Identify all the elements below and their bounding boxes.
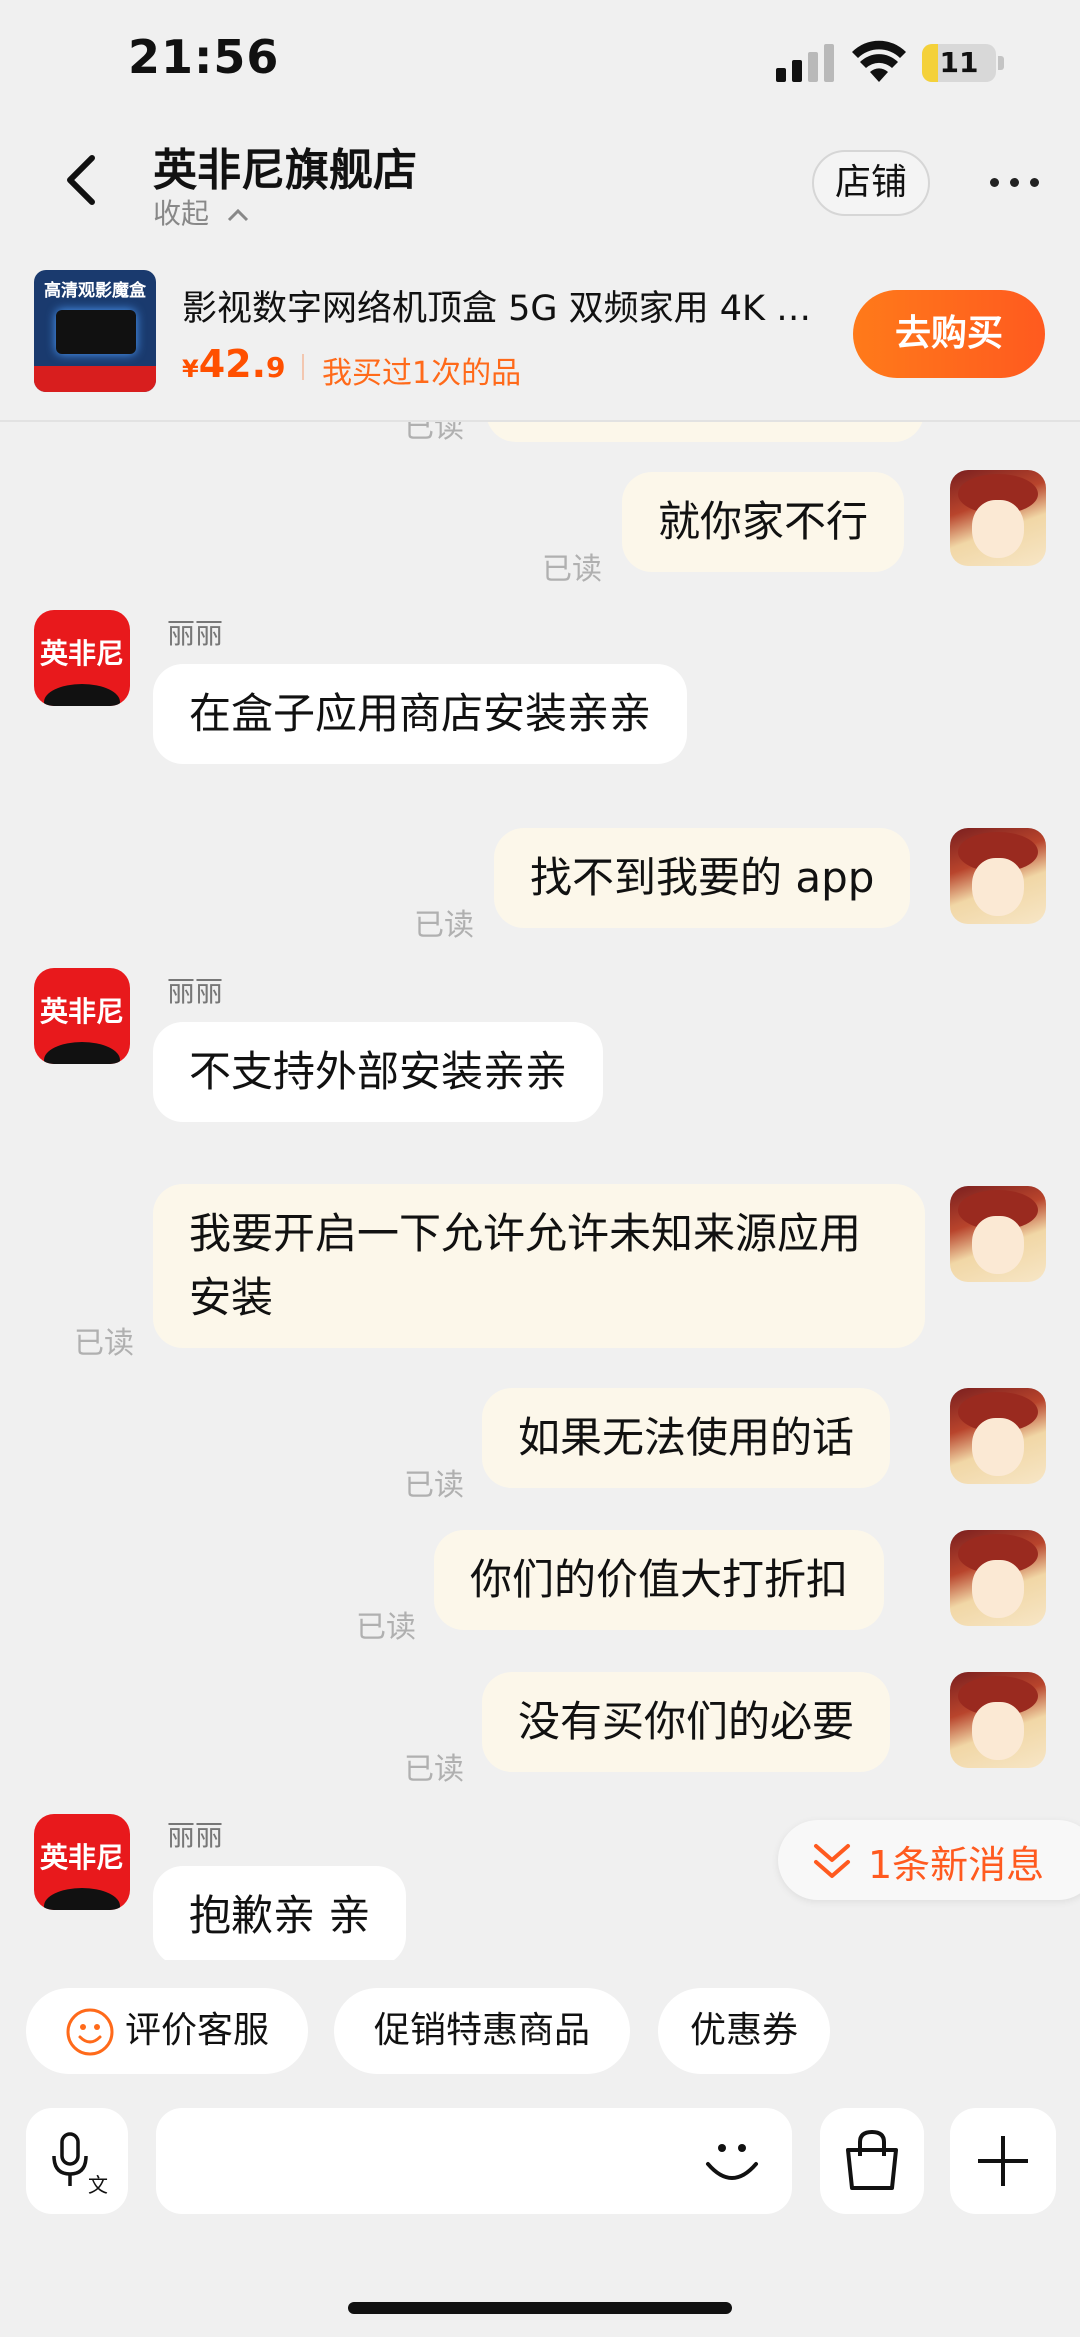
promo-products-chip[interactable]: 促销特惠商品 (334, 1988, 630, 2074)
chat-thread[interactable]: 已读 就你家不行 已读 丽丽 英非尼 在盒子应用商店安装亲亲 找不到我要的 ap… (0, 422, 1080, 1960)
sender-name: 丽丽 (167, 975, 224, 1008)
shop-avatar[interactable]: 英非尼 (34, 1814, 130, 1910)
emoji-icon[interactable] (702, 2134, 762, 2190)
home-indicator[interactable] (348, 2302, 732, 2314)
product-card[interactable]: 高清观影魔盒 影视数字网络机顶盒 5G 双频家用 4K 高清电视盒子 ¥42.9… (0, 258, 1080, 408)
sender-name: 丽丽 (167, 617, 224, 650)
more-icon[interactable] (986, 172, 1042, 192)
collapse-toggle[interactable]: 收起 (153, 192, 250, 232)
bought-note: 我买过1次的品 (322, 356, 522, 391)
read-receipt: 已读 (404, 1752, 464, 1787)
tv-box-image (56, 310, 136, 354)
shop-name: 英非尼旗舰店 (153, 145, 417, 196)
battery-icon: 11 (922, 44, 996, 82)
price-divider (302, 354, 304, 380)
chat-bubble-partial[interactable] (486, 422, 924, 442)
read-receipt: 已读 (356, 1610, 416, 1645)
more-actions-button[interactable] (950, 2108, 1056, 2214)
read-receipt: 已读 (542, 552, 602, 587)
status-bar: 21:56 11 (0, 0, 1080, 130)
sender-name: 丽丽 (167, 1819, 224, 1852)
my-avatar[interactable] (950, 828, 1046, 924)
smile-icon (66, 2008, 114, 2056)
read-receipt: 已读 (414, 908, 474, 943)
new-message-label: 1条新消息 (868, 1843, 1045, 1887)
rate-service-chip[interactable]: 评价客服 (26, 1988, 308, 2074)
battery-level: 11 (939, 46, 979, 79)
voice-to-text-icon: 文 (52, 2132, 108, 2194)
buy-button[interactable]: 去购买 (853, 290, 1045, 378)
read-receipt: 已读 (404, 422, 464, 445)
thumbnail-banner (34, 366, 156, 392)
svg-text:文: 文 (88, 2173, 108, 2194)
voice-button[interactable]: 文 (26, 2108, 128, 2214)
message-input[interactable] (156, 2108, 792, 2214)
my-avatar[interactable] (950, 470, 1046, 566)
chat-bubble-me[interactable]: 就你家不行 (622, 472, 905, 572)
my-avatar[interactable] (950, 1388, 1046, 1484)
store-button[interactable]: 店铺 (812, 150, 930, 216)
read-receipt: 已读 (404, 1468, 464, 1503)
coupon-chip[interactable]: 优惠券 (658, 1988, 830, 2074)
back-arrow-icon[interactable] (58, 150, 108, 210)
thumbnail-title: 高清观影魔盒 (44, 281, 146, 301)
chat-bubble-me[interactable]: 如果无法使用的话 (482, 1388, 891, 1488)
battery-tip (998, 56, 1004, 70)
my-avatar[interactable] (950, 1672, 1046, 1768)
quick-actions: 评价客服 促销特惠商品 优惠券 (0, 1982, 1080, 2078)
chat-bubble-me[interactable]: 找不到我要的 app (494, 828, 911, 928)
chat-bubble-shop[interactable]: 抱歉亲 亲 (153, 1866, 407, 1960)
product-thumbnail[interactable]: 高清观影魔盒 (34, 270, 156, 392)
chat-bubble-me[interactable]: 你们的价值大打折扣 (434, 1530, 885, 1630)
product-button[interactable] (820, 2108, 924, 2214)
double-chevron-down-icon (814, 1844, 850, 1878)
collapse-label: 收起 (153, 197, 210, 230)
chat-bubble-me[interactable]: 没有买你们的必要 (482, 1672, 891, 1772)
new-message-badge[interactable]: 1条新消息 (778, 1820, 1080, 1900)
shop-avatar[interactable]: 英非尼 (34, 610, 130, 706)
plus-icon (978, 2136, 1028, 2186)
wifi-icon (852, 40, 906, 82)
my-avatar[interactable] (950, 1186, 1046, 1282)
product-title[interactable]: 影视数字网络机顶盒 5G 双频家用 4K 高清电视盒子 (182, 280, 842, 331)
chat-header: 英非尼旗舰店 收起 店铺 (0, 120, 1080, 240)
chat-bubble-shop[interactable]: 在盒子应用商店安装亲亲 (153, 664, 688, 764)
read-receipt: 已读 (74, 1326, 134, 1361)
status-time: 21:56 (128, 30, 280, 84)
signal-icon (776, 42, 836, 82)
chat-bubble-me[interactable]: 我要开启一下允许允许未知来源应用安装 (153, 1184, 925, 1348)
product-price: ¥42.9 (182, 342, 286, 386)
shop-avatar[interactable]: 英非尼 (34, 968, 130, 1064)
shopping-bag-icon (846, 2129, 898, 2190)
input-bar: 文 (0, 2108, 1080, 2214)
chip-label: 评价客服 (124, 2010, 269, 2051)
my-avatar[interactable] (950, 1530, 1046, 1626)
chevron-up-icon (227, 208, 248, 222)
chat-bubble-shop[interactable]: 不支持外部安装亲亲 (153, 1022, 604, 1122)
